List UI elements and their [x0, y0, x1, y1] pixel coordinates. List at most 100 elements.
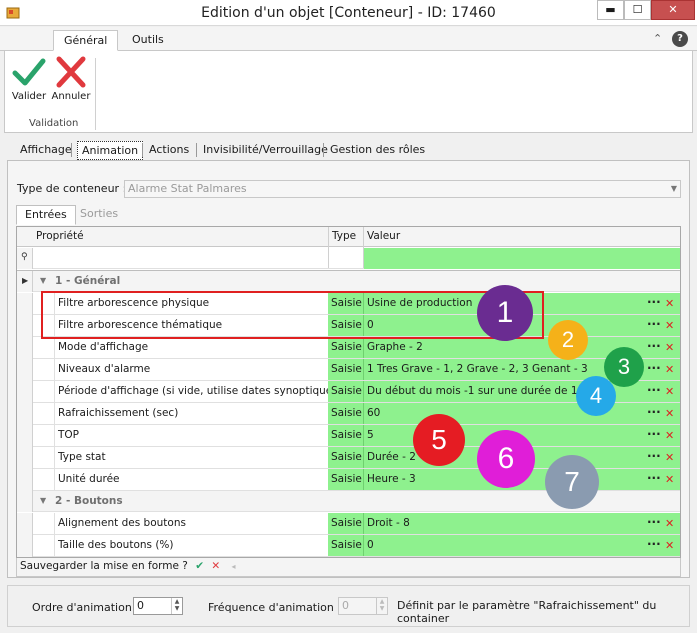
delete-icon[interactable]: ✕ — [665, 469, 674, 490]
cross-icon — [56, 56, 86, 88]
cell-divider — [363, 535, 364, 556]
filter-icon: ⚲ — [21, 252, 28, 262]
container-type-value: Alarme Stat Palmares — [128, 182, 247, 195]
property-name: Mode d'affichage — [54, 337, 328, 359]
property-type: Saisie — [331, 385, 362, 397]
ribbon-tab-general[interactable]: Général — [53, 30, 119, 51]
filter-value-cell[interactable] — [364, 248, 680, 269]
cancel-button[interactable]: Annuler — [51, 56, 91, 102]
validate-button[interactable]: Valider — [9, 56, 49, 102]
order-spinner[interactable]: 0 ▲ ▼ — [133, 597, 183, 615]
order-value: 0 — [137, 599, 144, 612]
collapse-arrow-icon[interactable]: ▼ — [40, 496, 46, 505]
tab-invisibilite[interactable]: Invisibilité/Verrouillage — [199, 141, 332, 160]
spinner-arrows-icon[interactable]: ▲ ▼ — [376, 598, 387, 614]
app-icon — [6, 7, 20, 19]
delete-icon[interactable]: ✕ — [665, 535, 674, 556]
property-value[interactable]: Du début du mois -1 sur une durée de 1 m… — [367, 381, 606, 402]
ellipsis-icon[interactable]: ··· — [647, 381, 661, 400]
spinner-arrows-icon[interactable]: ▲ ▼ — [171, 598, 182, 614]
property-value[interactable]: 5 — [367, 425, 374, 446]
cell-divider — [363, 359, 364, 380]
save-layout-yes-icon[interactable]: ✔ — [195, 560, 204, 572]
category-row[interactable]: ▶ ▼ 1 - Général — [17, 271, 680, 292]
property-type: Saisie — [331, 363, 362, 375]
chevron-down-icon: ▼ — [670, 184, 677, 193]
tab-gestion-roles[interactable]: Gestion des rôles — [326, 141, 429, 160]
container-type-select[interactable]: Alarme Stat Palmares ▼ — [124, 180, 681, 198]
property-value[interactable]: Heure - 3 — [367, 469, 416, 490]
cell-divider — [363, 469, 364, 490]
scroll-left-icon[interactable]: ◂ — [232, 562, 236, 571]
property-type: Saisie — [331, 451, 362, 463]
property-value[interactable]: 0 — [367, 535, 374, 556]
property-type: Saisie — [331, 407, 362, 419]
ellipsis-icon[interactable]: ··· — [647, 337, 661, 356]
ribbon-body — [4, 51, 693, 133]
delete-icon[interactable]: ✕ — [665, 337, 674, 358]
ellipsis-icon[interactable]: ··· — [647, 469, 661, 488]
value-cell[interactable] — [328, 403, 680, 424]
row-indicator — [17, 293, 33, 315]
property-value[interactable]: 1 Tres Grave - 1, 2 Grave - 2, 3 Genant … — [367, 359, 588, 380]
delete-icon[interactable]: ✕ — [665, 403, 674, 424]
minimize-button[interactable]: ▬ — [597, 0, 624, 20]
tab-separator — [71, 143, 72, 157]
ellipsis-icon[interactable]: ··· — [647, 447, 661, 466]
filter-row[interactable]: ⚲ — [17, 248, 680, 269]
property-type: Saisie — [331, 341, 362, 353]
ellipsis-icon[interactable]: ··· — [647, 293, 661, 312]
ellipsis-icon[interactable]: ··· — [647, 315, 661, 334]
cell-divider — [363, 513, 364, 534]
delete-icon[interactable]: ✕ — [665, 293, 674, 314]
collapse-arrow-icon[interactable]: ▼ — [40, 276, 46, 285]
category-label: 2 - Boutons — [55, 495, 123, 507]
ellipsis-icon[interactable]: ··· — [647, 513, 661, 532]
delete-icon[interactable]: ✕ — [665, 359, 674, 380]
ribbon-tab-outils[interactable]: Outils — [122, 30, 174, 51]
title-bar: Edition d'un objet [Conteneur] - ID: 174… — [0, 0, 697, 26]
freq-value: 0 — [342, 599, 349, 612]
tab-animation[interactable]: Animation — [77, 141, 144, 160]
row-indicator — [17, 513, 33, 535]
maximize-button[interactable]: ☐ — [624, 0, 651, 20]
callout-badge-2: 2 — [548, 320, 588, 360]
property-value[interactable]: 60 — [367, 403, 380, 424]
value-cell[interactable] — [328, 535, 680, 556]
tab-entrees[interactable]: Entrées — [16, 205, 76, 225]
delete-icon[interactable]: ✕ — [665, 425, 674, 446]
current-row-icon: ▶ — [22, 276, 29, 285]
validate-label: Valider — [11, 91, 47, 102]
delete-icon[interactable]: ✕ — [665, 381, 674, 402]
row-indicator — [17, 315, 33, 337]
tab-separator — [142, 143, 143, 157]
close-button[interactable]: ✕ — [651, 0, 695, 20]
property-row[interactable]: Alignement des boutons Saisie Droit - 8 ···… — [17, 513, 680, 535]
check-icon — [12, 58, 46, 86]
save-layout-no-icon[interactable]: ✕ — [211, 560, 220, 572]
property-row[interactable]: Taille des boutons (%) Saisie 0 ··· ✕ — [17, 535, 680, 557]
tab-sorties[interactable]: Sorties — [72, 205, 126, 225]
property-value[interactable]: Graphe - 2 — [367, 337, 423, 358]
delete-icon[interactable]: ✕ — [665, 315, 674, 336]
ellipsis-icon[interactable]: ··· — [647, 403, 661, 422]
ellipsis-icon[interactable]: ··· — [647, 359, 661, 378]
property-row[interactable]: TOP Saisie 5 ··· ✕ — [17, 425, 680, 447]
delete-icon[interactable]: ✕ — [665, 513, 674, 534]
property-value[interactable]: Droit - 8 — [367, 513, 410, 534]
row-indicator — [17, 381, 33, 403]
property-row[interactable]: Niveaux d'alarme Saisie 1 Tres Grave - 1, … — [17, 359, 680, 381]
callout-badge-4: 4 — [576, 376, 616, 416]
tab-actions[interactable]: Actions — [145, 141, 193, 160]
freq-spinner[interactable]: 0 ▲ ▼ — [338, 597, 388, 615]
property-value[interactable]: Durée - 2 — [367, 447, 416, 468]
row-indicator — [17, 337, 33, 359]
help-icon[interactable]: ? — [672, 31, 688, 47]
ribbon-collapse-icon[interactable]: ⌃ — [653, 32, 662, 45]
tab-affichage[interactable]: Affichage — [16, 141, 76, 160]
delete-icon[interactable]: ✕ — [665, 447, 674, 468]
cancel-label: Annuler — [51, 91, 91, 102]
property-name: TOP — [54, 425, 328, 447]
ellipsis-icon[interactable]: ··· — [647, 535, 661, 554]
ellipsis-icon[interactable]: ··· — [647, 425, 661, 444]
